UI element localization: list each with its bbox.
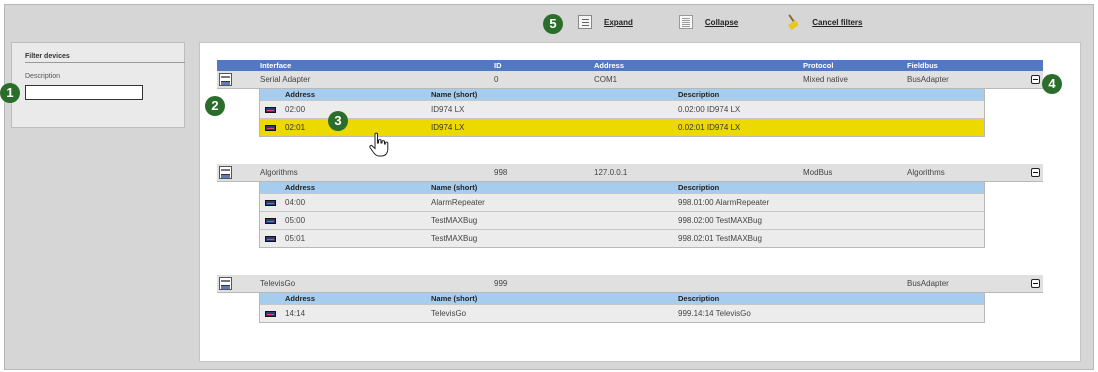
device-row[interactable]: 04:00 AlarmRepeater 998.01:00 AlarmRepea… <box>260 193 984 211</box>
device-icon <box>265 218 276 224</box>
subheader-description: Description <box>678 294 720 303</box>
subheader-address: Address <box>285 90 316 99</box>
device-subtable: Address Name (short) Description 04:00 A… <box>259 182 985 248</box>
collapse-group-button[interactable] <box>1031 75 1040 84</box>
interface-fieldbus: BusAdapter <box>907 279 949 288</box>
collapse-label: Collapse <box>704 17 739 27</box>
filter-panel: Filter devices Description <box>11 42 185 128</box>
device-subtable: Address Name (short) Description 02:00 I… <box>259 89 985 137</box>
device-address: 05:01 <box>285 234 306 243</box>
interface-row[interactable]: TelevisGo 999 BusAdapter <box>217 275 1043 293</box>
device-name: TestMAXBug <box>431 234 478 243</box>
expand-label: Expand <box>604 17 633 27</box>
callout-badge-5: 5 <box>543 14 563 34</box>
expand-button[interactable]: Expand <box>578 15 633 29</box>
header-fieldbus: Fieldbus <box>907 61 938 70</box>
filter-divider <box>25 62 185 63</box>
device-description: 998.02:00 TestMAXBug <box>678 216 762 225</box>
interface-row[interactable]: Serial Adapter 0 COM1 Mixed native BusAd… <box>217 71 1043 89</box>
device-row[interactable]: 02:00 ID974 LX 0.02:00 ID974 LX <box>260 100 984 118</box>
device-icon <box>265 236 276 242</box>
device-address: 02:01 <box>285 123 306 132</box>
interface-icon <box>219 277 232 290</box>
interface-address: COM1 <box>594 75 618 84</box>
subheader-name: Name (short) <box>431 294 478 303</box>
device-row[interactable]: 05:00 TestMAXBug 998.02:00 TestMAXBug <box>260 211 984 229</box>
collapse-group-button[interactable] <box>1031 279 1040 288</box>
interface-id: 999 <box>494 279 508 288</box>
header-address: Address <box>594 61 625 70</box>
table-header: Interface ID Address Protocol Fieldbus <box>217 60 1043 71</box>
device-icon <box>265 311 276 317</box>
collapse-icon <box>678 15 693 29</box>
interface-icon <box>219 166 232 179</box>
toolbar: Expand Collapse Cancel filters <box>578 14 863 30</box>
device-row[interactable]: 05:01 TestMAXBug 998.02:01 TestMAXBug <box>260 229 984 247</box>
subheader-address: Address <box>285 183 316 192</box>
callout-badge-1: 1 <box>0 83 20 103</box>
cancel-filters-button[interactable]: Cancel filters <box>784 14 862 30</box>
collapse-button[interactable]: Collapse <box>678 15 739 29</box>
device-description: 998.02:01 TestMAXBug <box>678 234 762 243</box>
expand-icon <box>578 15 592 29</box>
callout-badge-3: 3 <box>328 111 348 131</box>
header-id: ID <box>494 61 502 70</box>
device-name: AlarmRepeater <box>431 198 485 207</box>
filter-title: Filter devices <box>25 53 70 60</box>
callout-badge-4: 4 <box>1042 74 1062 94</box>
device-name: ID974 LX <box>431 105 465 114</box>
header-interface: Interface <box>260 61 292 70</box>
device-address: 05:00 <box>285 216 306 225</box>
device-description: 0.02:01 ID974 LX <box>678 123 741 132</box>
interface-fieldbus: BusAdapter <box>907 75 949 84</box>
cancel-filters-label: Cancel filters <box>812 17 863 27</box>
device-subtable: Address Name (short) Description 14:14 T… <box>259 293 985 323</box>
subtable-header: Address Name (short) Description <box>260 293 984 304</box>
interface-address: 127.0.0.1 <box>594 168 628 177</box>
device-icon <box>265 107 276 113</box>
device-name: ID974 LX <box>431 123 465 132</box>
device-row[interactable]: 14:14 TelevisGo 999.14:14 TelevisGo <box>260 304 984 322</box>
interface-row[interactable]: Algorithms 998 127.0.0.1 ModBus Algorith… <box>217 164 1043 182</box>
interface-id: 0 <box>494 75 499 84</box>
interface-icon <box>219 73 232 86</box>
device-description: 0.02:00 ID974 LX <box>678 105 741 114</box>
broom-icon <box>784 14 800 30</box>
interface-id: 998 <box>494 168 508 177</box>
header-protocol: Protocol <box>803 61 834 70</box>
interface-name: Serial Adapter <box>260 75 311 84</box>
interface-protocol: ModBus <box>803 168 833 177</box>
description-filter-input[interactable] <box>25 85 143 100</box>
subheader-description: Description <box>678 183 720 192</box>
subheader-address: Address <box>285 294 316 303</box>
device-description: 998.01:00 AlarmRepeater <box>678 198 770 207</box>
device-name: TestMAXBug <box>431 216 478 225</box>
interface-name: Algorithms <box>260 168 298 177</box>
subtable-header: Address Name (short) Description <box>260 182 984 193</box>
interface-name: TelevisGo <box>260 279 296 288</box>
description-label: Description <box>25 73 61 80</box>
device-description: 999.14:14 TelevisGo <box>678 309 751 318</box>
hand-cursor-icon <box>369 132 389 157</box>
device-address: 04:00 <box>285 198 306 207</box>
device-address: 02:00 <box>285 105 306 114</box>
subheader-description: Description <box>678 90 720 99</box>
collapse-group-button[interactable] <box>1031 168 1040 177</box>
device-icon <box>265 200 276 206</box>
device-table: Interface ID Address Protocol Fieldbus S… <box>217 60 1043 323</box>
device-name: TelevisGo <box>431 309 467 318</box>
device-tree-panel: Interface ID Address Protocol Fieldbus S… <box>199 42 1081 362</box>
interface-protocol: Mixed native <box>803 75 848 84</box>
subheader-name: Name (short) <box>431 183 478 192</box>
subheader-name: Name (short) <box>431 90 478 99</box>
interface-fieldbus: Algorithms <box>907 168 945 177</box>
subtable-header: Address Name (short) Description <box>260 89 984 100</box>
callout-badge-2: 2 <box>205 96 225 116</box>
device-icon <box>265 125 276 131</box>
device-address: 14:14 <box>285 309 306 318</box>
